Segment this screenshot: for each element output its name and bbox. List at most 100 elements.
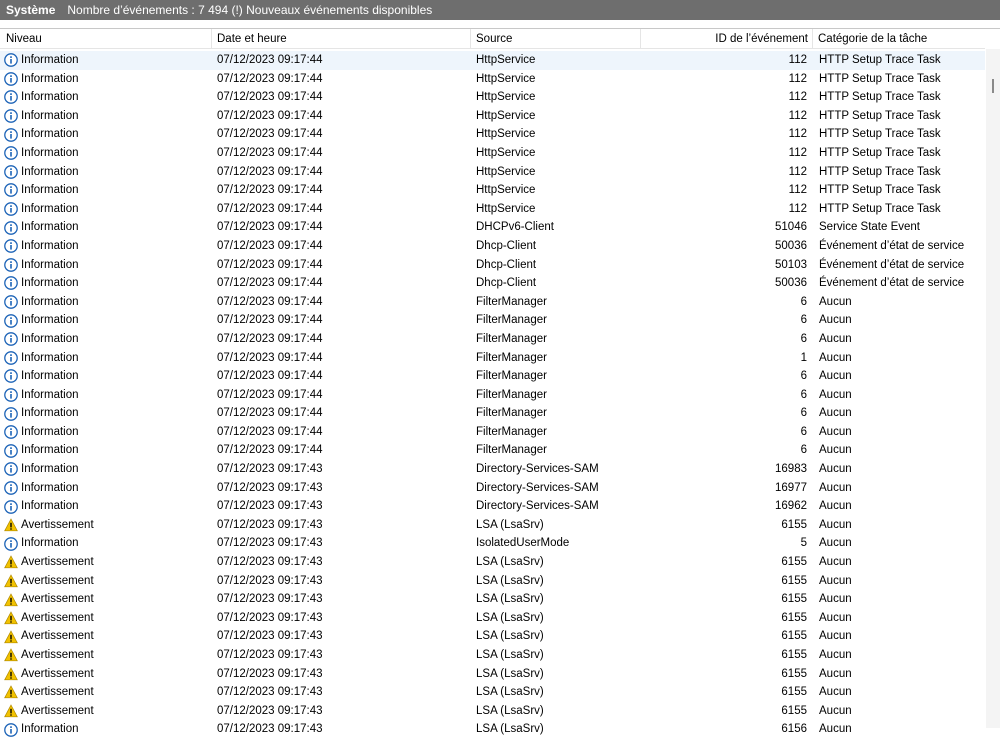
date-cell: 07/12/2023 09:17:43: [217, 630, 323, 643]
table-row[interactable]: Information 07/12/2023 09:17:44 HttpServ…: [0, 88, 985, 107]
date-cell: 07/12/2023 09:17:44: [217, 165, 323, 178]
column-header-level[interactable]: Niveau: [0, 28, 212, 49]
table-row[interactable]: Avertissement 07/12/2023 09:17:43 LSA (L…: [0, 572, 985, 591]
table-row[interactable]: Avertissement 07/12/2023 09:17:43 LSA (L…: [0, 609, 985, 628]
category-cell: Aucun: [819, 314, 852, 327]
warning-icon: [4, 611, 18, 625]
table-row[interactable]: Information 07/12/2023 09:17:44 Dhcp-Cli…: [0, 274, 985, 293]
level-cell: Information: [0, 293, 212, 312]
table-row[interactable]: Avertissement 07/12/2023 09:17:43 LSA (L…: [0, 665, 985, 684]
events-table-header: Niveau Date et heure Source ID de l’évén…: [0, 28, 985, 49]
table-row[interactable]: Information 07/12/2023 09:17:44 Dhcp-Cli…: [0, 256, 985, 275]
date-cell: 07/12/2023 09:17:44: [217, 91, 323, 104]
table-row[interactable]: Avertissement 07/12/2023 09:17:43 LSA (L…: [0, 516, 985, 535]
info-icon: [4, 257, 18, 272]
category-cell: Événement d’état de service: [819, 239, 965, 252]
level-cell: Avertissement: [0, 665, 212, 684]
info-icon: [4, 183, 18, 198]
table-row[interactable]: Information 07/12/2023 09:17:44 HttpServ…: [0, 163, 985, 182]
table-row[interactable]: Information 07/12/2023 09:17:44 FilterMa…: [0, 404, 985, 423]
table-row[interactable]: Information 07/12/2023 09:17:44 FilterMa…: [0, 386, 985, 405]
table-row[interactable]: Information 07/12/2023 09:17:44 HttpServ…: [0, 107, 985, 126]
info-icon: [4, 350, 18, 365]
source-cell: HttpService: [476, 184, 536, 197]
source-cell: Directory-Services-SAM: [476, 463, 599, 476]
table-row[interactable]: Information 07/12/2023 09:17:44 HttpServ…: [0, 125, 985, 144]
warning-icon: [4, 518, 18, 532]
column-header-source[interactable]: Source: [471, 28, 641, 49]
table-row[interactable]: Information 07/12/2023 09:17:43 Director…: [0, 460, 985, 479]
level-text: Information: [21, 444, 79, 457]
table-row[interactable]: Information 07/12/2023 09:17:44 FilterMa…: [0, 423, 985, 442]
scrollbar-thumb[interactable]: [992, 79, 994, 93]
table-row[interactable]: Avertissement 07/12/2023 09:17:43 LSA (L…: [0, 590, 985, 609]
info-icon: [4, 90, 18, 105]
level-text: Information: [21, 332, 79, 345]
level-text: Information: [21, 239, 79, 252]
level-cell: Information: [0, 256, 212, 275]
event-id-cell: 6: [800, 295, 807, 308]
date-cell: 07/12/2023 09:17:43: [217, 518, 323, 531]
level-text: Information: [21, 463, 79, 476]
table-row[interactable]: Information 07/12/2023 09:17:44 DHCPv6-C…: [0, 218, 985, 237]
event-id-cell: 6155: [781, 518, 807, 531]
table-row[interactable]: Information 07/12/2023 09:17:44 Dhcp-Cli…: [0, 237, 985, 256]
table-row[interactable]: Information 07/12/2023 09:17:44 FilterMa…: [0, 311, 985, 330]
table-row[interactable]: Information 07/12/2023 09:17:43 Isolated…: [0, 534, 985, 553]
level-text: Information: [21, 370, 79, 383]
table-row[interactable]: Avertissement 07/12/2023 09:17:43 LSA (L…: [0, 702, 985, 721]
column-header-event-id[interactable]: ID de l’événement: [641, 28, 813, 49]
table-row[interactable]: Information 07/12/2023 09:17:44 HttpServ…: [0, 144, 985, 163]
category-cell: Aucun: [819, 667, 852, 680]
event-id-cell: 16977: [775, 481, 807, 494]
level-text: Information: [21, 202, 79, 215]
vertical-scrollbar[interactable]: [986, 49, 1000, 728]
event-id-cell: 112: [788, 202, 807, 215]
info-icon: [4, 146, 18, 161]
table-row[interactable]: Information 07/12/2023 09:17:43 Director…: [0, 479, 985, 498]
level-cell: Avertissement: [0, 609, 212, 628]
source-cell: LSA (LsaSrv): [476, 723, 544, 736]
date-cell: 07/12/2023 09:17:44: [217, 444, 323, 457]
table-row[interactable]: Information 07/12/2023 09:17:44 HttpServ…: [0, 51, 985, 70]
category-cell: Aucun: [819, 704, 852, 717]
source-cell: Dhcp-Client: [476, 277, 537, 290]
column-header-date[interactable]: Date et heure: [212, 28, 471, 49]
table-row[interactable]: Avertissement 07/12/2023 09:17:43 LSA (L…: [0, 553, 985, 572]
category-cell: HTTP Setup Trace Task: [819, 128, 941, 141]
table-row[interactable]: Information 07/12/2023 09:17:44 HttpServ…: [0, 181, 985, 200]
source-cell: HttpService: [476, 202, 536, 215]
table-row[interactable]: Information 07/12/2023 09:17:44 HttpServ…: [0, 200, 985, 219]
event-id-cell: 5: [800, 537, 807, 550]
table-row[interactable]: Information 07/12/2023 09:17:43 Director…: [0, 497, 985, 516]
source-cell: HttpService: [476, 109, 536, 122]
table-row[interactable]: Information 07/12/2023 09:17:44 FilterMa…: [0, 441, 985, 460]
table-row[interactable]: Avertissement 07/12/2023 09:17:43 LSA (L…: [0, 683, 985, 702]
event-id-cell: 6155: [781, 649, 807, 661]
event-id-cell: 6155: [781, 593, 807, 606]
event-id-cell: 1: [800, 351, 807, 364]
table-row[interactable]: Information 07/12/2023 09:17:44 FilterMa…: [0, 349, 985, 368]
column-header-category[interactable]: Catégorie de la tâche: [813, 29, 985, 49]
event-id-cell: 6: [800, 332, 807, 345]
table-row[interactable]: Information 07/12/2023 09:17:44 FilterMa…: [0, 293, 985, 312]
table-row[interactable]: Information 07/12/2023 09:17:44 FilterMa…: [0, 330, 985, 349]
event-id-cell: 51046: [775, 221, 807, 234]
category-cell: HTTP Setup Trace Task: [819, 72, 941, 85]
table-row[interactable]: Information 07/12/2023 09:17:44 HttpServ…: [0, 70, 985, 89]
level-text: Information: [21, 109, 79, 122]
level-text: Avertissement: [21, 593, 94, 606]
table-row[interactable]: Information 07/12/2023 09:17:43 LSA (Lsa…: [0, 720, 985, 739]
level-text: Avertissement: [21, 686, 94, 699]
table-row[interactable]: Avertissement 07/12/2023 09:17:43 LSA (L…: [0, 627, 985, 646]
level-text: Information: [21, 72, 79, 85]
table-row[interactable]: Avertissement 07/12/2023 09:17:43 LSA (L…: [0, 646, 985, 665]
event-id-cell: 50103: [775, 258, 807, 271]
source-cell: FilterManager: [476, 332, 547, 345]
date-cell: 07/12/2023 09:17:43: [217, 537, 323, 550]
info-icon: [4, 369, 18, 384]
warning-icon: [4, 574, 18, 588]
date-cell: 07/12/2023 09:17:43: [217, 481, 323, 494]
date-cell: 07/12/2023 09:17:44: [217, 239, 323, 252]
table-row[interactable]: Information 07/12/2023 09:17:44 FilterMa…: [0, 367, 985, 386]
